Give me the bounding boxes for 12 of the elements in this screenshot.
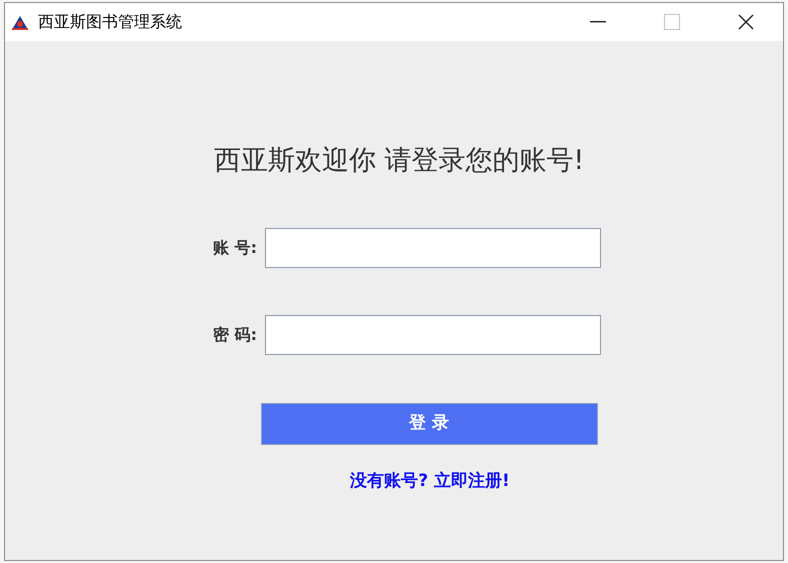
close-icon bbox=[738, 14, 754, 30]
minimize-icon bbox=[590, 21, 606, 23]
register-link[interactable]: 没有账号? 立即注册! bbox=[350, 468, 510, 494]
app-logo-icon bbox=[11, 14, 29, 30]
window-title: 西亚斯图书管理系统 bbox=[38, 11, 182, 33]
input-field[interactable] bbox=[265, 314, 601, 354]
maximize-icon bbox=[664, 14, 680, 30]
field-label: 密 码: bbox=[212, 324, 258, 346]
field-label: 账 号: bbox=[212, 236, 258, 258]
input-field[interactable] bbox=[265, 228, 601, 268]
login-button[interactable]: 登 录 bbox=[260, 402, 598, 444]
welcome-heading: 西亚斯欢迎你 请登录您的账号! bbox=[214, 144, 584, 178]
